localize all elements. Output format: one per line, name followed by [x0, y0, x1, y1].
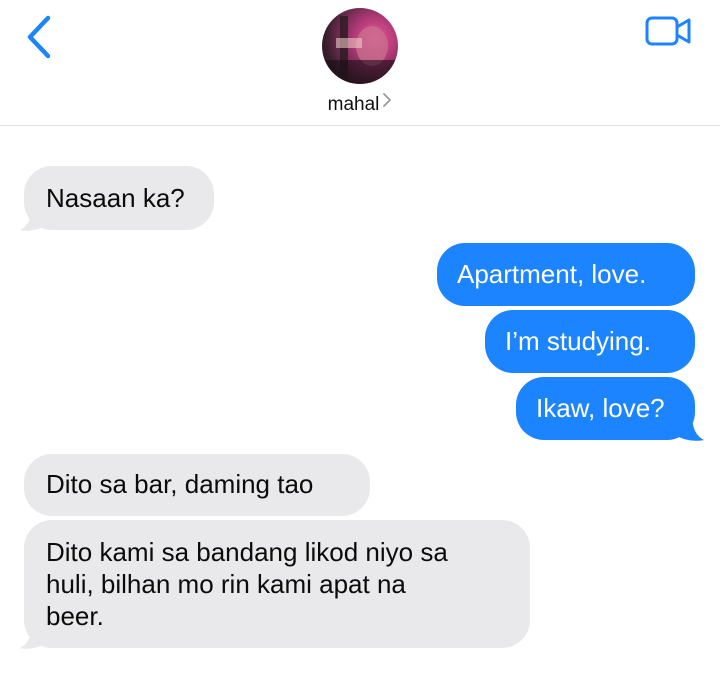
message-received[interactable]: Dito sa bar, daming tao: [24, 454, 370, 516]
message-sent[interactable]: I’m studying.: [485, 310, 695, 373]
conversation-header: mahal: [0, 0, 720, 126]
avatar[interactable]: [322, 8, 398, 84]
video-call-button[interactable]: [644, 14, 694, 48]
message-text-line: Dito kami sa bandang likod niyo sa: [46, 537, 448, 567]
chevron-left-icon: [27, 15, 51, 59]
back-button[interactable]: [18, 12, 62, 62]
message-received[interactable]: Dito kami sa bandang likod niyo sa huli,…: [24, 520, 530, 648]
message-received[interactable]: Nasaan ka?: [24, 166, 214, 230]
message-text-line: beer.: [46, 601, 104, 631]
contact-name: mahal: [327, 94, 380, 115]
message-text: Apartment, love.: [457, 259, 647, 289]
video-camera-icon: [645, 16, 691, 46]
avatar-image: [322, 16, 398, 84]
message-text: Nasaan ka?: [46, 183, 185, 213]
message-text: I’m studying.: [505, 326, 651, 356]
contact-name-button[interactable]: mahal: [0, 92, 720, 116]
message-text: Dito sa bar, daming tao: [46, 469, 314, 499]
message-sent[interactable]: Ikaw, love?: [516, 377, 695, 440]
message-sent[interactable]: Apartment, love.: [437, 243, 695, 306]
message-text: Ikaw, love?: [536, 393, 665, 423]
chevron-right-icon: [382, 92, 392, 114]
message-text-line: huli, bilhan mo rin kami apat na: [46, 569, 406, 599]
